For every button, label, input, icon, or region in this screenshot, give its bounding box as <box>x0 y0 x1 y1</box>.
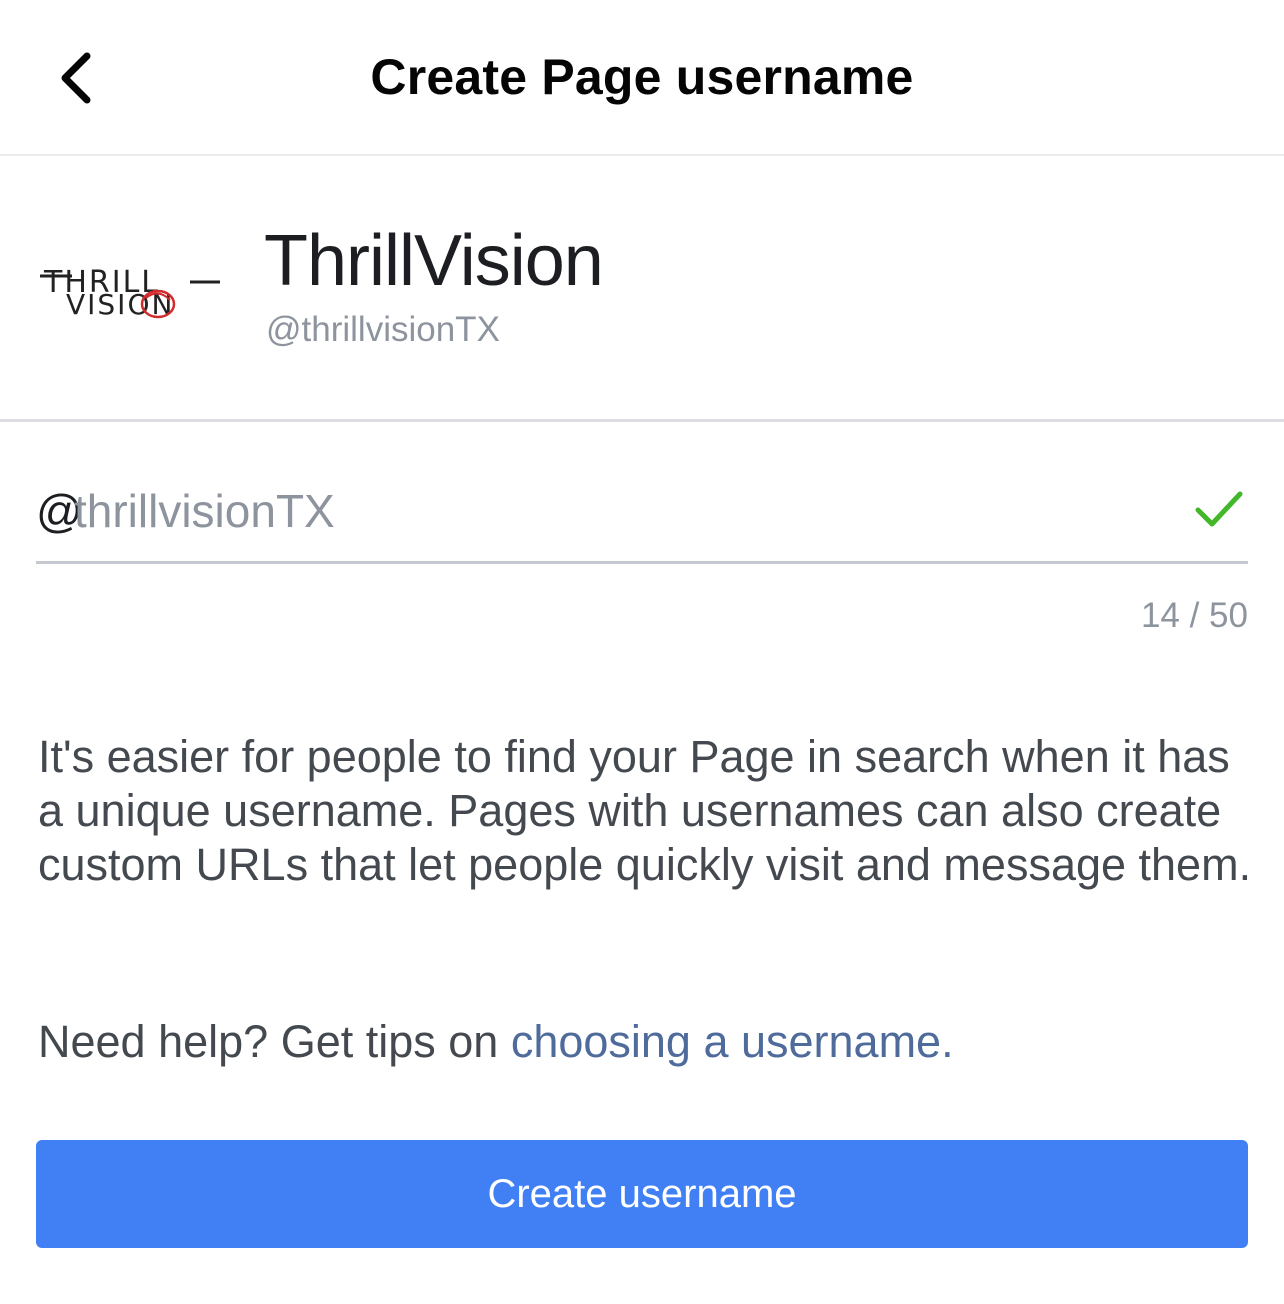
page-logo: THRILL VISION <box>40 248 224 328</box>
username-input[interactable]: @ thrillvisionTX <box>36 470 1248 564</box>
create-username-button[interactable]: Create username <box>36 1140 1248 1248</box>
description-text: It's easier for people to find your Page… <box>38 731 1252 890</box>
page-profile-header: THRILL VISION ThrillVision @thrillvision… <box>0 156 1284 422</box>
page-name: ThrillVision <box>264 221 604 301</box>
help-text: Need help? Get tips on choosing a userna… <box>38 1016 954 1068</box>
page-title: Create Page username <box>370 49 914 105</box>
help-prefix: Need help? Get tips on <box>38 1016 511 1067</box>
checkmark-icon <box>1195 491 1243 527</box>
choosing-username-link[interactable]: choosing a username. <box>511 1016 954 1067</box>
navigation-bar: Create Page username <box>0 0 1284 156</box>
character-counter: 14 / 50 <box>1140 596 1248 635</box>
page-handle: @thrillvisionTX <box>266 310 500 349</box>
username-value[interactable]: thrillvisionTX <box>74 484 335 538</box>
